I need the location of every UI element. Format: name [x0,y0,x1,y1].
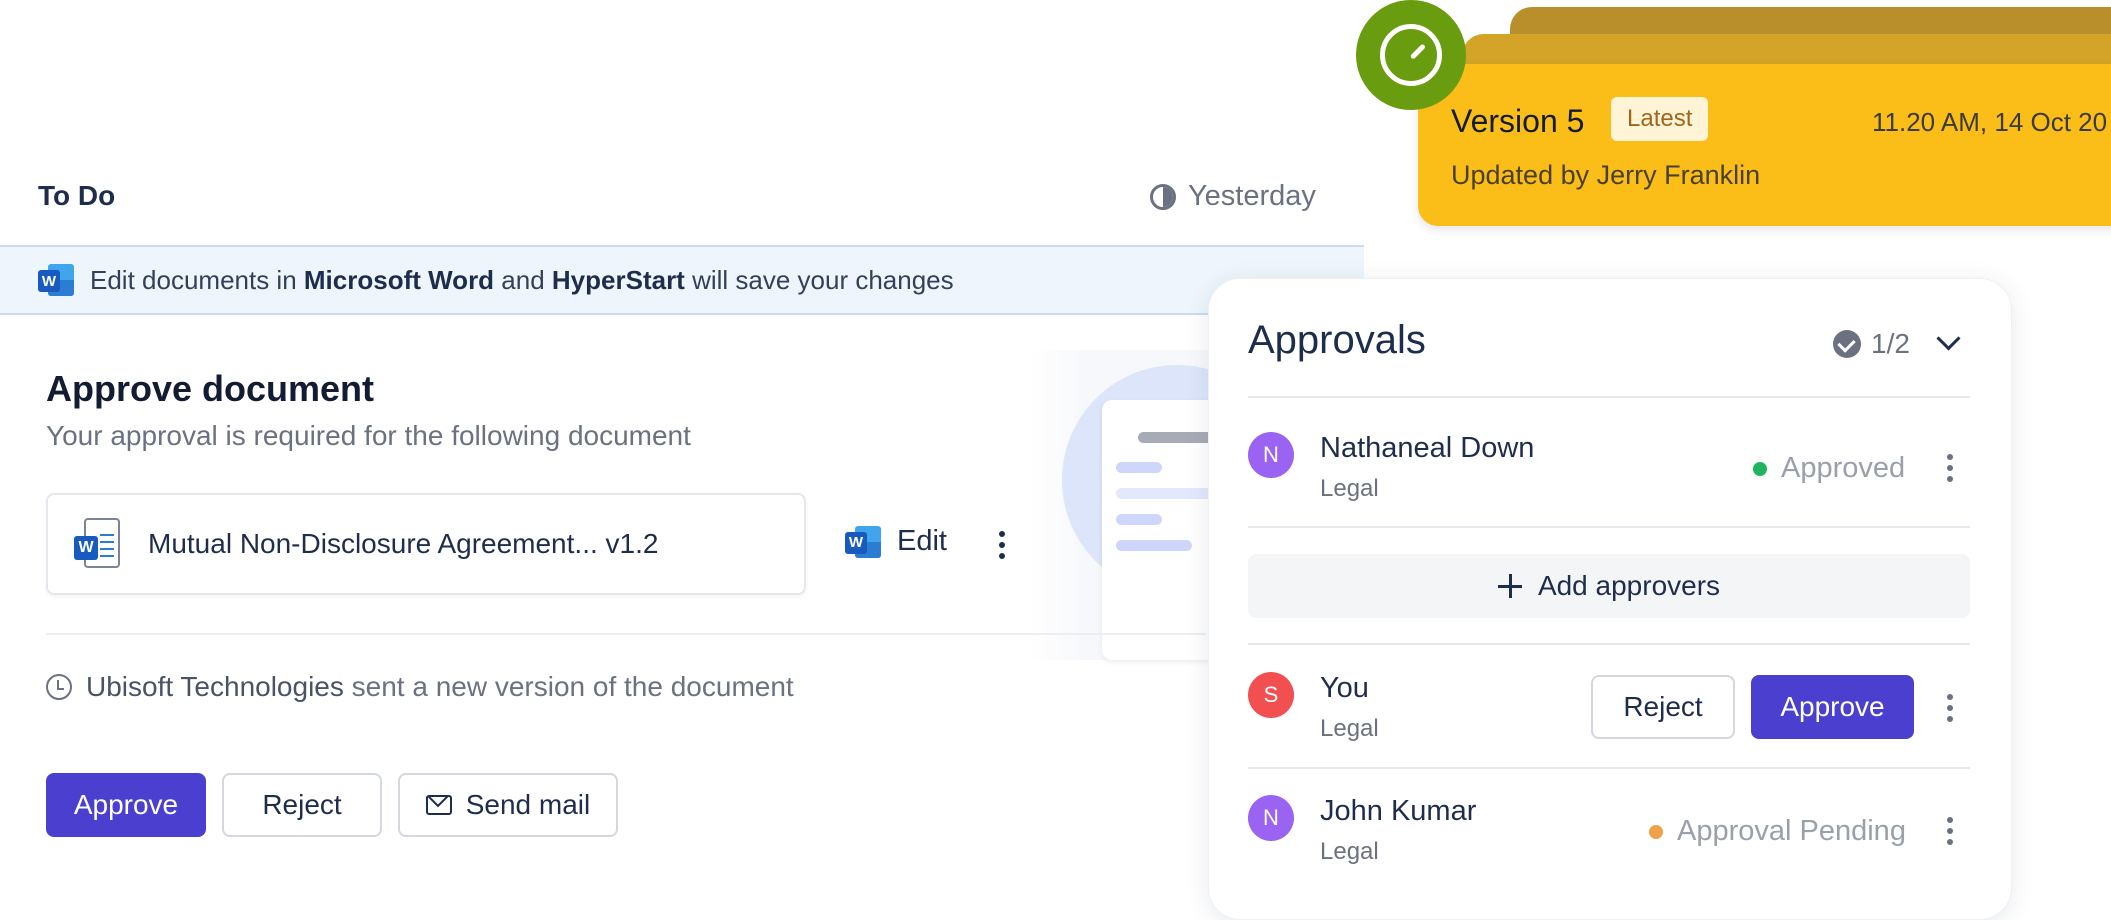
avatar: N [1248,432,1294,478]
version-date: 11.20 AM, 14 Oct 20 [1872,107,2108,137]
avatar: N [1248,795,1294,841]
divider [1248,643,1970,645]
document-more-options-icon[interactable] [999,531,1005,559]
add-approvers-button[interactable]: Add approvers [1248,554,1970,618]
approver-role: Legal [1320,715,1379,742]
approvals-count: 1/2 [1833,328,1910,360]
version-card[interactable] [1418,64,2111,226]
word-edit-banner: W Edit documents in Microsoft Word and H… [0,245,1364,315]
task-subtitle: Your approval is required for the follow… [46,420,691,451]
status-dot [1649,824,1663,839]
approver-more-options-icon[interactable] [1947,454,1953,482]
send-mail-button[interactable]: Send mail [398,773,618,837]
approval-status: Approval Pending [1649,815,1906,848]
check-circle-icon [1833,330,1861,358]
approver-role: Legal [1320,475,1379,502]
divider [1248,526,1970,528]
reject-button[interactable]: Reject [222,773,382,837]
microsoft-word-icon: W [845,525,881,558]
divider [1248,396,1970,398]
clock-icon [1150,183,1176,210]
version-history-note: Ubisoft Technologies sent a new version … [46,671,794,703]
todo-title: To Do [38,180,116,211]
divider [1248,767,1970,769]
plus-icon [1497,574,1522,598]
edit-label: Edit [897,525,947,557]
approver-more-options-icon[interactable] [1947,817,1953,845]
approver-more-options-icon[interactable] [1947,694,1953,722]
approver-name: John Kumar [1320,795,1477,827]
mail-icon [425,795,452,815]
history-company: Ubisoft Technologies [86,671,344,702]
approvals-title: Approvals [1248,318,1426,362]
approve-button[interactable]: Approve [46,773,206,837]
word-document-icon: W [74,518,122,570]
edit-in-word-button[interactable]: W Edit [845,525,947,558]
version-updated-by: Updated by Jerry Franklin [1451,160,1761,190]
document-card[interactable]: W Mutual Non-Disclosure Agreement... v1.… [46,493,806,595]
task-title: Approve document [46,368,375,409]
reject-button[interactable]: Reject [1591,675,1735,739]
timestamp-label: Yesterday [1188,180,1316,212]
approver-name: Nathaneal Down [1320,432,1535,464]
version-title: Version 5 [1451,103,1585,139]
approver-role: Legal [1320,838,1379,865]
avatar: S [1248,672,1294,718]
banner-text: Edit documents in Microsoft Word and Hyp… [90,264,954,295]
history-icon [46,674,72,700]
latest-badge: Latest [1611,97,1709,141]
approver-name: You [1320,672,1369,704]
microsoft-word-icon: W [38,264,74,296]
timer-icon [1356,0,1466,110]
document-name[interactable]: Mutual Non-Disclosure Agreement... v1.2 [148,528,658,560]
divider [46,633,1206,635]
task-timestamp: Yesterday [1150,180,1316,213]
approval-status: Approved [1753,452,1905,485]
banner-app-name: Microsoft Word [303,264,495,295]
approve-button[interactable]: Approve [1751,675,1914,739]
banner-product-name: HyperStart [551,264,685,295]
status-dot [1753,461,1767,476]
